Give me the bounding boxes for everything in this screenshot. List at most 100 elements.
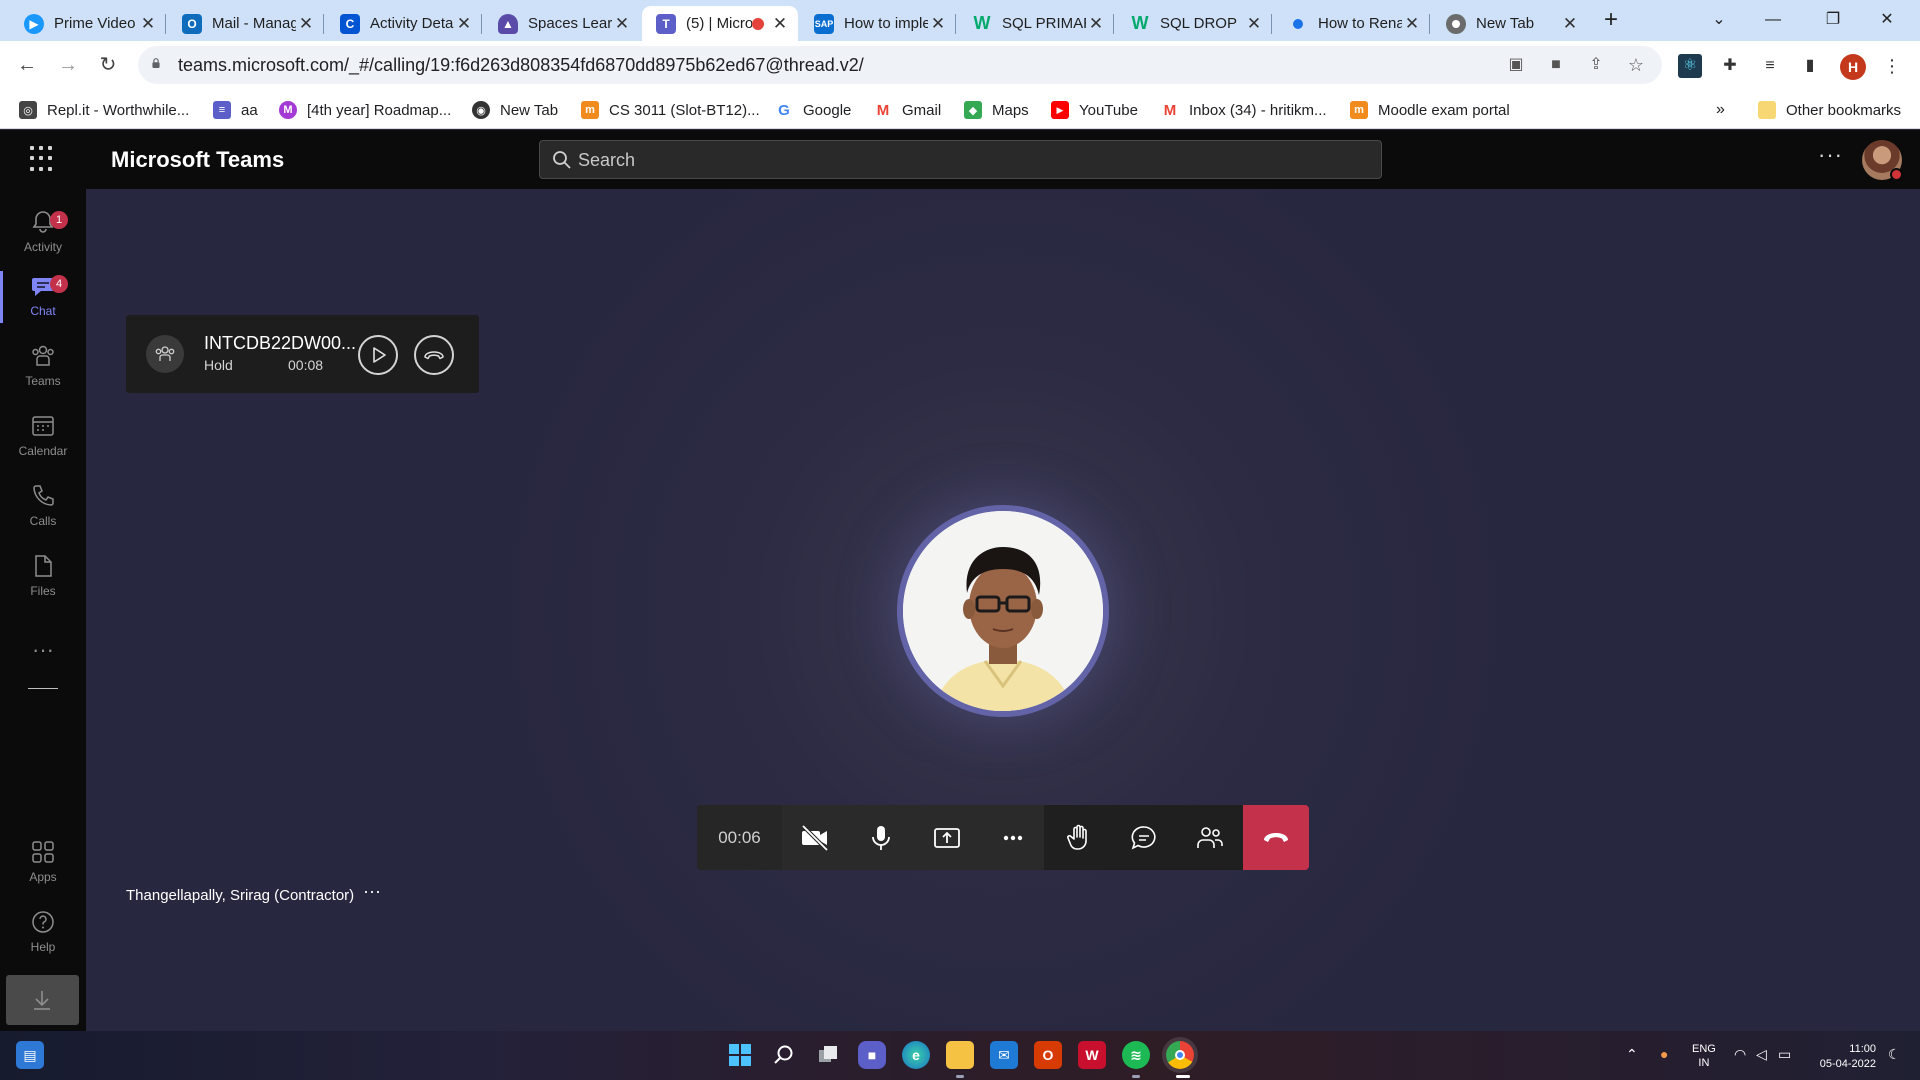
camera-off-button[interactable] <box>782 805 848 870</box>
notifications-icon[interactable]: ☾ <box>1888 1046 1901 1063</box>
tab-close-icon[interactable]: ✕ <box>454 14 474 34</box>
bookmark-star-icon[interactable]: ☆ <box>1624 53 1648 77</box>
bookmark-item[interactable]: ▶ YouTube <box>1051 98 1138 122</box>
tab-activity-details[interactable]: C Activity Details ✕ <box>326 6 482 41</box>
rail-item-teams[interactable]: Teams <box>0 337 86 399</box>
more-actions-button[interactable] <box>980 805 1046 870</box>
media-control-icon[interactable]: ≡ <box>1758 54 1782 78</box>
volume-icon[interactable]: ◁ <box>1756 1046 1767 1063</box>
start-windows-icon[interactable] <box>726 1041 754 1069</box>
tab-how-to-implement[interactable]: SAP How to implement ✕ <box>800 6 956 41</box>
more-apps-button[interactable]: ··· <box>0 637 86 663</box>
app-launcher-waffle-icon[interactable] <box>30 146 56 172</box>
teams-chat-icon[interactable]: ■ <box>858 1041 886 1069</box>
chat-button[interactable] <box>1111 805 1177 870</box>
clock[interactable]: 11:00 05-04-2022 <box>1812 1042 1876 1072</box>
tab-teams[interactable]: T (5) | Microsoft Teams ✕ <box>642 6 798 41</box>
spotify-icon[interactable]: ≋ <box>1122 1041 1150 1069</box>
tab-sql-primary-key[interactable]: W SQL PRIMARY KEY ✕ <box>958 6 1114 41</box>
caller-photo <box>903 511 1103 711</box>
bookmarks-overflow-button[interactable]: » <box>1716 98 1725 122</box>
restore-button[interactable]: ❐ <box>1810 0 1856 41</box>
profile-avatar[interactable]: H <box>1840 54 1866 80</box>
tab-prime-video[interactable]: ▶ Prime Video ✕ <box>10 6 166 41</box>
close-window-button[interactable]: ✕ <box>1864 0 1910 41</box>
cast-icon[interactable]: ▣ <box>1504 53 1528 77</box>
participants-button[interactable] <box>1177 805 1243 870</box>
tray-overflow-chevron-icon[interactable]: ⌃ <box>1626 1046 1638 1063</box>
tab-new-tab[interactable]: New Tab ✕ <box>1432 6 1588 41</box>
rail-item-help[interactable]: Help <box>0 903 86 965</box>
end-held-call-button[interactable] <box>414 335 454 375</box>
participant-more-button[interactable]: ··· <box>363 881 381 902</box>
bookmark-item[interactable]: M Inbox (34) - hritikm... <box>1161 98 1327 122</box>
wps-icon[interactable]: W <box>1078 1041 1106 1069</box>
rail-item-apps[interactable]: Apps <box>0 833 86 895</box>
tab-close-icon[interactable]: ✕ <box>612 14 632 34</box>
rail-item-calendar[interactable]: Calendar <box>0 407 86 469</box>
share-icon[interactable]: ⇪ <box>1584 53 1608 77</box>
microphone-button[interactable] <box>848 805 914 870</box>
office-icon[interactable]: O <box>1034 1041 1062 1069</box>
leave-call-button[interactable] <box>1243 805 1309 870</box>
rail-item-activity[interactable]: 1 Activity <box>0 203 86 265</box>
mic-in-use-icon[interactable]: ● <box>1660 1046 1668 1062</box>
bookmark-item[interactable]: ◆ Maps <box>964 98 1029 122</box>
task-view-icon[interactable] <box>814 1041 842 1069</box>
bookmark-item[interactable]: G Google <box>775 98 851 122</box>
bookmark-item[interactable]: ◉ New Tab <box>472 98 558 122</box>
tab-close-icon[interactable]: ✕ <box>1560 14 1580 34</box>
address-bar[interactable]: teams.microsoft.com/_#/calling/19:f6d263… <box>138 46 1662 84</box>
battery-icon[interactable]: ▭ <box>1778 1046 1791 1063</box>
tab-close-icon[interactable]: ✕ <box>296 14 316 34</box>
back-button[interactable]: ← <box>11 49 43 81</box>
widgets-icon[interactable]: ▤ <box>16 1041 44 1069</box>
tab-close-icon[interactable]: ✕ <box>928 14 948 34</box>
bookmark-item[interactable]: m Moodle exam portal <box>1350 98 1510 122</box>
react-devtools-icon[interactable]: ⚛ <box>1678 54 1702 78</box>
tab-search-chevron-icon[interactable]: ⌄ <box>1696 0 1742 41</box>
taskbar-search-icon[interactable] <box>770 1041 798 1069</box>
camera-in-use-icon[interactable]: ■ <box>1544 53 1568 77</box>
mail-icon[interactable]: ✉ <box>990 1041 1018 1069</box>
tab-close-icon[interactable]: ✕ <box>1402 14 1422 34</box>
minimize-button[interactable]: — <box>1750 0 1796 41</box>
side-panel-icon[interactable]: ▮ <box>1798 54 1822 78</box>
windows-taskbar: ▤ ■ e ✉ O W ≋ ⌃ ● ENG IN ◠ ◁ ▭ 11:00 05-… <box>0 1031 1920 1080</box>
tab-close-icon[interactable]: ✕ <box>1244 14 1264 34</box>
download-app-button[interactable] <box>6 975 79 1025</box>
input-language[interactable]: ENG IN <box>1692 1042 1716 1070</box>
tab-close-icon[interactable]: ✕ <box>770 14 790 34</box>
resume-call-button[interactable] <box>358 335 398 375</box>
video-off-icon <box>801 824 829 852</box>
tab-sql-drop[interactable]: W SQL DROP ✕ <box>1116 6 1272 41</box>
tab-spaces[interactable]: ▲ Spaces Learn ✕ <box>484 6 640 41</box>
bookmark-item[interactable]: ◎ Repl.it - Worthwhile... <box>19 98 189 122</box>
reload-button[interactable]: ↻ <box>92 49 124 81</box>
chrome-taskbar-icon[interactable] <box>1166 1041 1194 1069</box>
share-screen-button[interactable] <box>914 805 980 870</box>
raise-hand-button[interactable] <box>1046 805 1112 870</box>
search-input[interactable]: Search <box>539 140 1382 179</box>
forward-button[interactable]: → <box>52 49 84 81</box>
tab-close-icon[interactable]: ✕ <box>1086 14 1106 34</box>
rail-item-calls[interactable]: Calls <box>0 477 86 539</box>
rail-item-chat[interactable]: 4 Chat <box>0 267 86 329</box>
bookmark-item[interactable]: m CS 3011 (Slot-BT12)... <box>581 98 760 122</box>
bookmark-item[interactable]: ≡ aa <box>213 98 258 122</box>
bookmark-item[interactable]: M [4th year] Roadmap... <box>279 98 451 122</box>
edge-icon[interactable]: e <box>902 1041 930 1069</box>
wifi-icon[interactable]: ◠ <box>1734 1046 1746 1063</box>
rail-item-files[interactable]: Files <box>0 547 86 609</box>
bookmark-item[interactable]: M Gmail <box>874 98 941 122</box>
new-tab-button[interactable]: + <box>1596 6 1626 36</box>
tab-close-icon[interactable]: ✕ <box>138 14 158 34</box>
other-bookmarks-folder[interactable]: Other bookmarks <box>1758 98 1901 122</box>
chrome-menu-icon[interactable]: ⋮ <box>1880 54 1904 78</box>
settings-more-button[interactable]: ··· <box>1818 142 1843 168</box>
tab-mail[interactable]: O Mail - Manage ✕ <box>168 6 324 41</box>
extensions-puzzle-icon[interactable]: ✚ <box>1718 54 1742 78</box>
file-explorer-icon[interactable] <box>946 1041 974 1069</box>
on-hold-call-card[interactable]: INTCDB22DW00... Hold 00:08 <box>126 315 479 393</box>
tab-how-to-rename[interactable]: How to Rename ✕ <box>1274 6 1430 41</box>
